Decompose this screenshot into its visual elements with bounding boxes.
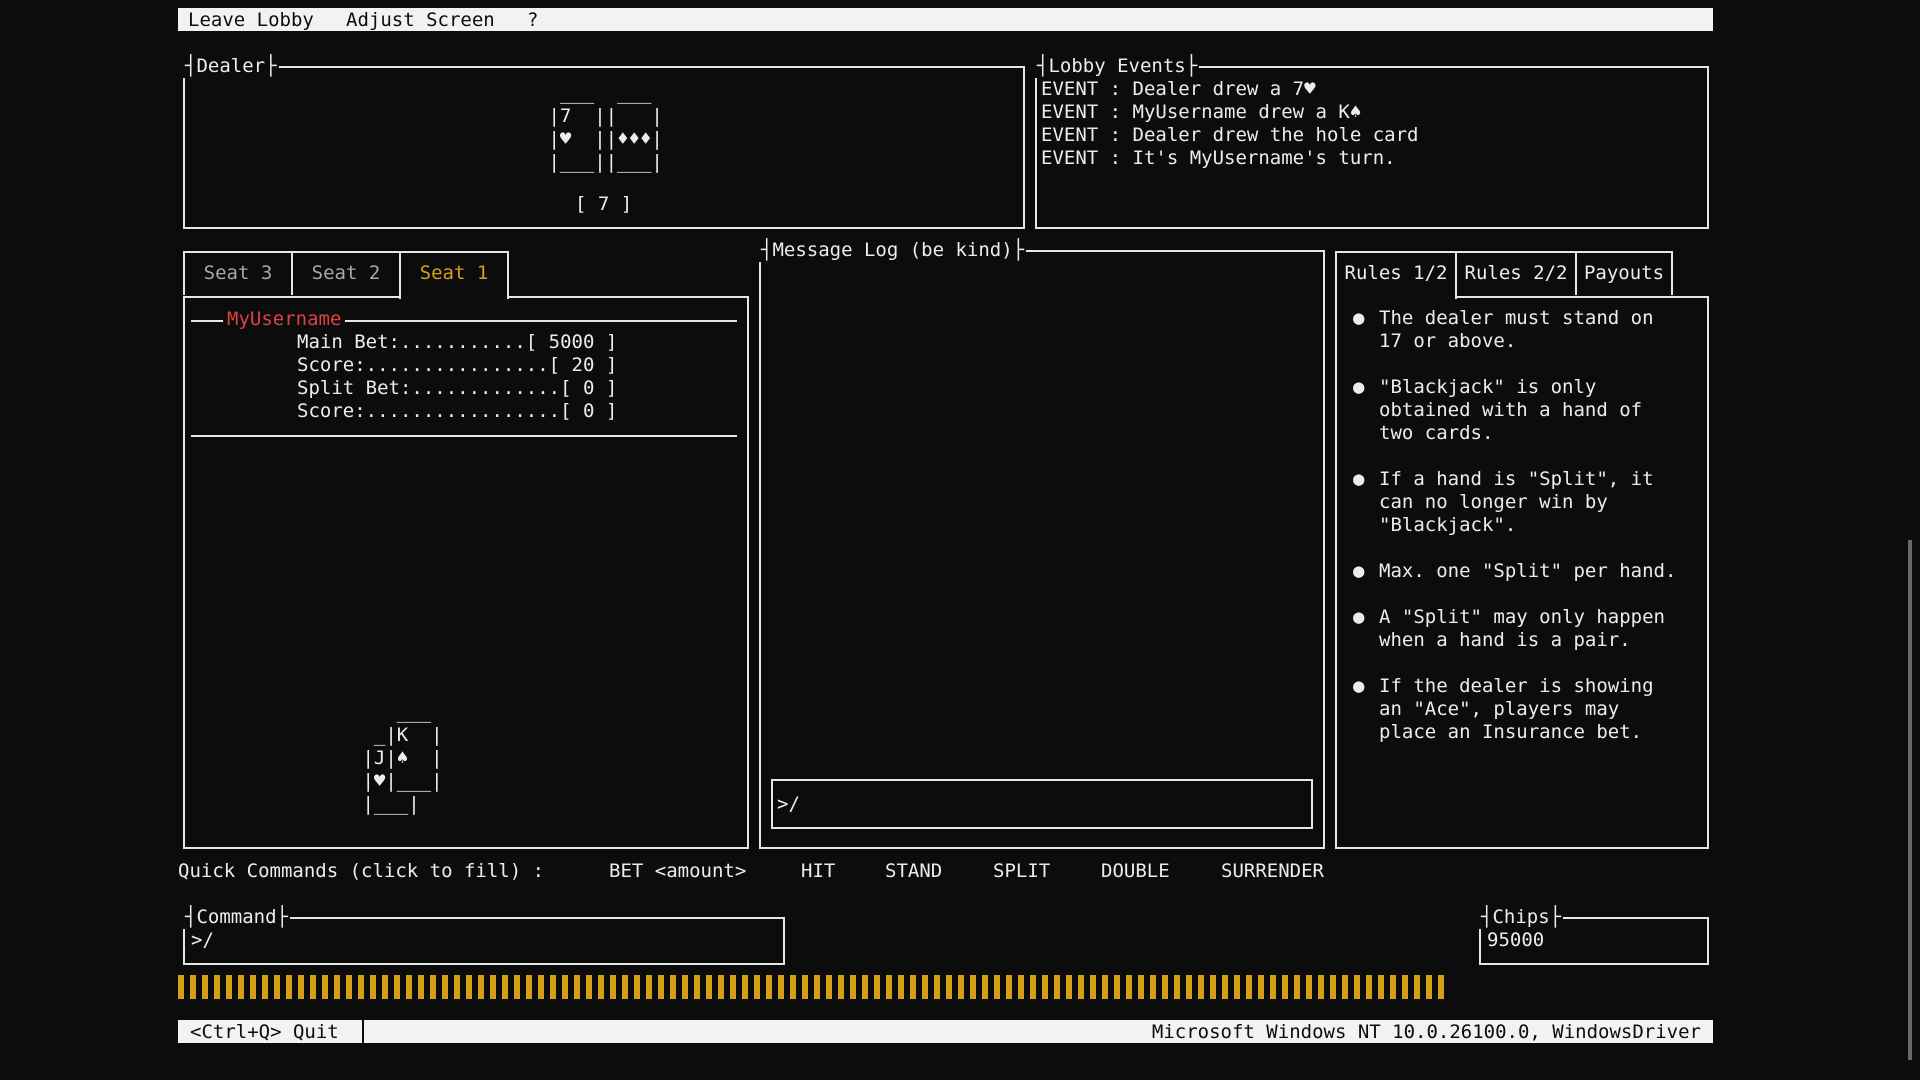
seat-panel: MyUsername Main Bet:...........[ 5000 ] …	[183, 296, 749, 849]
chips-panel: Chips 95000	[1479, 905, 1709, 965]
chips-title: Chips	[1479, 905, 1564, 929]
event-line: EVENT : Dealer drew the hole card	[1041, 124, 1419, 146]
command-title: Command	[183, 905, 290, 929]
message-input[interactable]: >/	[777, 793, 800, 816]
menu-bar: Leave Lobby Adjust Screen ?	[178, 8, 1713, 31]
tab-seat-2[interactable]: Seat 2	[291, 251, 401, 295]
tab-rules-2[interactable]: Rules 2/2	[1455, 251, 1577, 295]
status-divider	[362, 1020, 364, 1043]
quick-stand-button[interactable]: STAND	[885, 860, 942, 883]
command-input[interactable]: >/	[191, 929, 214, 952]
lobby-events-panel: Lobby Events EVENT : Dealer drew a 7♥ EV…	[1035, 54, 1709, 229]
quick-split-button[interactable]: SPLIT	[993, 860, 1050, 883]
lobby-events-title: Lobby Events	[1035, 54, 1200, 78]
help-menu[interactable]: ?	[527, 9, 538, 31]
event-line: EVENT : Dealer drew a 7♥	[1041, 78, 1316, 100]
quick-surrender-button[interactable]: SURRENDER	[1221, 860, 1324, 883]
score-stat: Score:................[ 20 ]	[297, 354, 618, 376]
lobby-events-list: EVENT : Dealer drew a 7♥ EVENT : MyUsern…	[1041, 78, 1419, 170]
player-stats: Main Bet:...........[ 5000 ] Score:.....…	[297, 331, 617, 423]
message-input-box[interactable]: >/	[771, 779, 1313, 829]
bullet-icon: ●	[1353, 376, 1365, 398]
split-bet-stat: Split Bet:.............[ 0 ]	[297, 377, 618, 399]
window-scrollbar[interactable]	[1908, 540, 1912, 1060]
dealer-cards: ___ ___ |7 || | |♥ ||♦♦♦| |___||___|	[548, 82, 663, 173]
split-score-stat: Score:.................[ 0 ]	[297, 400, 618, 422]
main-bet-stat: Main Bet:...........[ 5000 ]	[297, 331, 618, 353]
progress-bar	[178, 975, 1446, 999]
leave-lobby-menu[interactable]: Leave Lobby	[188, 9, 314, 31]
bullet-icon: ●	[1353, 307, 1365, 329]
tab-rules-1[interactable]: Rules 1/2	[1335, 251, 1457, 299]
bullet-icon: ●	[1353, 468, 1365, 490]
tab-seat-3[interactable]: Seat 3	[183, 251, 293, 295]
bullet-icon: ●	[1353, 606, 1365, 628]
player-cards: ___ _|K | |J|♠ | |♥|___| |___|	[362, 701, 443, 815]
message-log-panel: Message Log (be kind) >/	[759, 238, 1325, 849]
bullet-icon: ●	[1353, 675, 1365, 697]
message-log-title: Message Log (be kind)	[759, 238, 1027, 262]
quick-commands-label: Quick Commands (click to fill) :	[178, 860, 545, 882]
bullet-icon: ●	[1353, 560, 1365, 582]
dealer-title: Dealer	[183, 54, 279, 78]
quick-bet-button[interactable]: BET <amount>	[609, 860, 746, 883]
quick-hit-button[interactable]: HIT	[801, 860, 835, 883]
system-info: Microsoft Windows NT 10.0.26100.0, Windo…	[1151, 1021, 1701, 1043]
command-panel[interactable]: Command >/	[183, 905, 785, 965]
status-bar: <Ctrl+Q> Quit Microsoft Windows NT 10.0.…	[178, 1020, 1713, 1043]
dealer-score: [ 7 ]	[575, 193, 633, 215]
player-name: MyUsername	[223, 308, 346, 331]
adjust-screen-menu[interactable]: Adjust Screen	[346, 9, 495, 31]
event-line: EVENT : It's MyUsername's turn.	[1041, 147, 1396, 169]
dealer-panel: Dealer ___ ___ |7 || | |♥ ||♦♦♦| |___||_…	[183, 54, 1025, 229]
quit-shortcut[interactable]: <Ctrl+Q> Quit	[190, 1021, 339, 1044]
quick-double-button[interactable]: DOUBLE	[1101, 860, 1170, 883]
tab-payouts[interactable]: Payouts	[1575, 251, 1673, 295]
chips-value: 95000	[1487, 929, 1545, 951]
event-line: EVENT : MyUsername drew a K♠	[1041, 101, 1362, 123]
player-footer-divider	[191, 435, 737, 437]
tab-seat-1[interactable]: Seat 1	[399, 251, 509, 299]
